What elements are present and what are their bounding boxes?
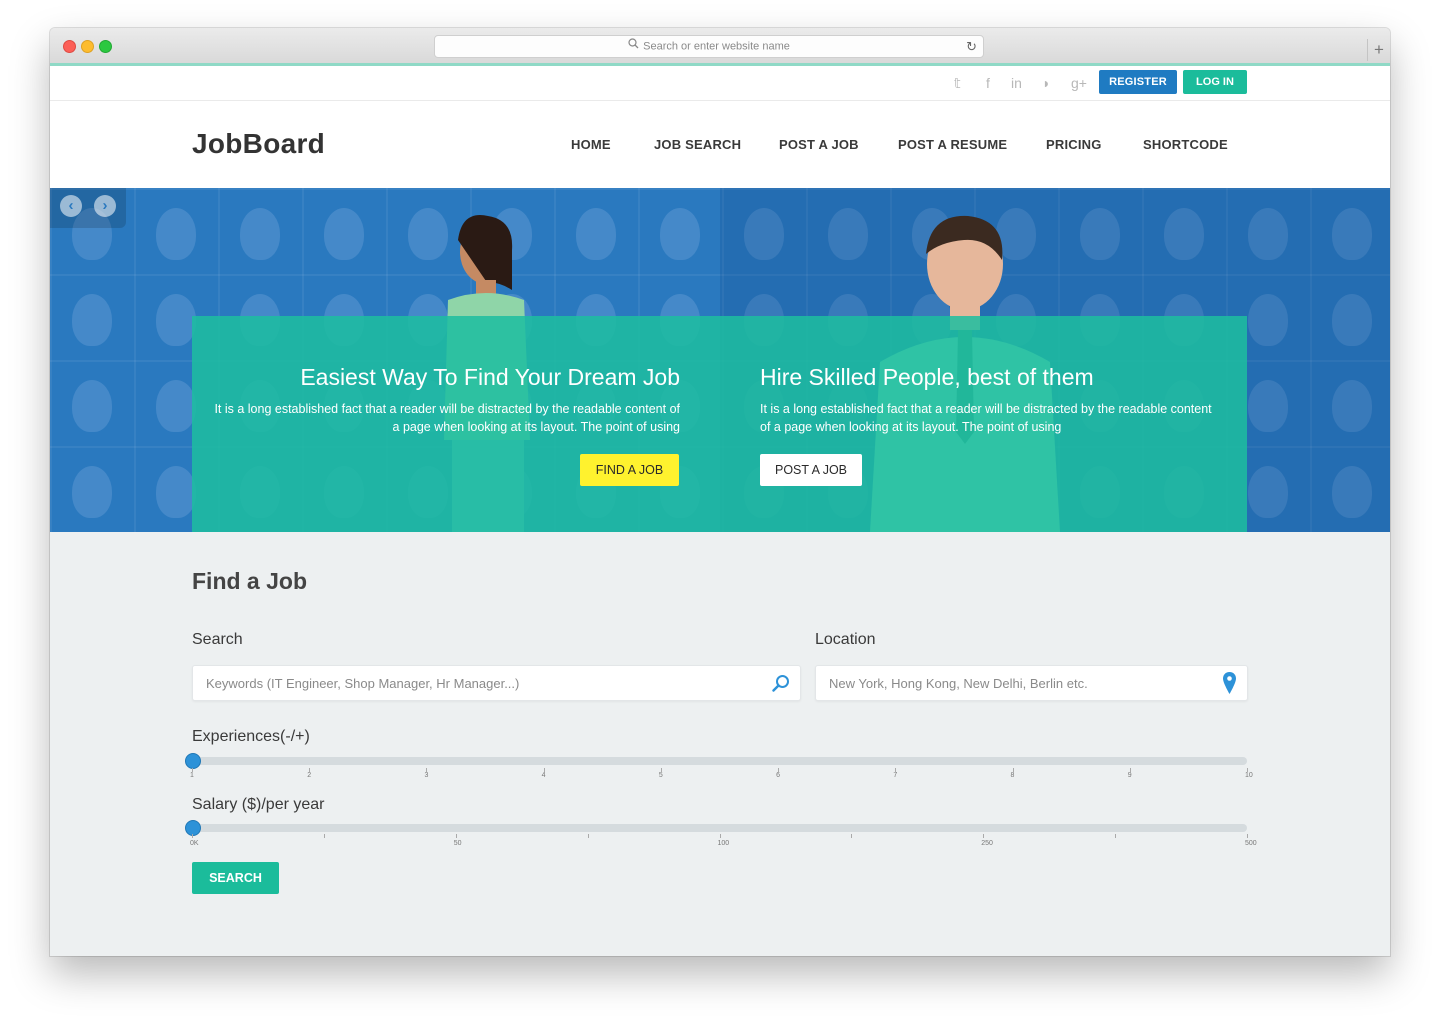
slider-tick-label: 6 (776, 772, 781, 779)
background-face (72, 380, 112, 432)
next-slide-icon[interactable]: › (94, 195, 116, 217)
hero-slider: Easiest Way To Find Your Dream Job It is… (50, 188, 1390, 532)
slider-tick-label: 7 (893, 772, 898, 779)
register-button[interactable]: REGISTER (1099, 70, 1177, 94)
background-face (156, 466, 196, 518)
login-button[interactable]: LOG IN (1183, 70, 1247, 94)
maximize-window-button[interactable] (99, 40, 112, 53)
background-face (576, 208, 616, 260)
nav-shortcode[interactable]: SHORTCODE (1143, 137, 1228, 152)
hero-right-text: It is a long established fact that a rea… (760, 402, 1212, 434)
twitter-icon[interactable]: 𝕥 (954, 75, 961, 92)
slider-tick (851, 834, 853, 838)
slider-tick-label: 50 (453, 840, 462, 847)
slider-nav: ‹ › (50, 188, 126, 228)
slider-tick-label: 4 (541, 772, 546, 779)
site-logo[interactable]: JobBoard (192, 128, 325, 160)
slider-tick-label: 500 (1245, 840, 1257, 847)
new-tab-button[interactable]: + (1367, 39, 1390, 61)
find-job-title: Find a Job (192, 568, 307, 594)
slider-tick (192, 834, 193, 838)
site-header: JobBoard HOME JOB SEARCH POST A JOB POST… (50, 101, 1390, 188)
slider-tick (1247, 834, 1248, 838)
minimize-window-button[interactable] (81, 40, 94, 53)
background-face (72, 294, 112, 346)
slider-tick (983, 834, 985, 838)
background-face (156, 208, 196, 260)
experience-slider-handle[interactable] (185, 753, 201, 769)
slider-tick-label: 0K (190, 840, 199, 847)
post-job-button[interactable]: POST A JOB (760, 454, 862, 486)
top-bar: 𝕥 f in ◗ g+ REGISTER LOG IN (50, 66, 1390, 101)
linkedin-icon[interactable]: in (1011, 75, 1022, 91)
background-face (72, 466, 112, 518)
hero-left-text: It is a long established fact that a rea… (214, 402, 680, 434)
slider-tick (1115, 834, 1117, 838)
location-label: Location (815, 631, 876, 648)
search-icon[interactable] (772, 674, 790, 697)
background-face (660, 208, 700, 260)
address-placeholder: Search or enter website name (643, 40, 790, 53)
search-icon (628, 36, 639, 57)
facebook-icon[interactable]: f (986, 75, 990, 91)
experience-slider-track[interactable] (192, 757, 1247, 765)
find-job-button[interactable]: FIND A JOB (580, 454, 679, 486)
background-face (156, 294, 196, 346)
slider-tick (719, 834, 721, 838)
browser-toolbar: Search or enter website name ↻ + (50, 28, 1390, 64)
search-label: Search (192, 631, 243, 648)
slider-tick-label: 5 (658, 772, 663, 779)
slider-tick-label: 2 (307, 772, 312, 779)
salary-slider-track[interactable] (192, 824, 1247, 832)
experience-label: Experiences(-/+) (192, 728, 310, 745)
map-pin-icon (1223, 672, 1236, 699)
slider-tick (455, 834, 457, 838)
salary-slider-handle[interactable] (185, 820, 201, 836)
salary-label: Salary ($)/per year (192, 796, 325, 813)
search-button[interactable]: SEARCH (192, 862, 279, 894)
address-bar[interactable]: Search or enter website name ↻ (434, 35, 984, 58)
slider-tick-label: 9 (1127, 772, 1132, 779)
location-input[interactable] (815, 665, 1248, 701)
hero-left-title: Easiest Way To Find Your Dream Job (300, 364, 680, 390)
reload-icon[interactable]: ↻ (966, 36, 977, 57)
nav-post-job[interactable]: POST A JOB (779, 137, 859, 152)
nav-job-search[interactable]: JOB SEARCH (654, 137, 741, 152)
close-window-button[interactable] (63, 40, 76, 53)
prev-slide-icon[interactable]: ‹ (60, 195, 82, 217)
hero-right-title: Hire Skilled People, best of them (760, 364, 1094, 390)
rss-icon[interactable]: ◗ (1042, 75, 1050, 91)
nav-pricing[interactable]: PRICING (1046, 137, 1102, 152)
slider-tick-label: 10 (1245, 772, 1253, 779)
search-input[interactable] (192, 665, 801, 701)
nav-post-resume[interactable]: POST A RESUME (898, 137, 1007, 152)
slider-tick-label: 3 (424, 772, 429, 779)
slider-tick-label: 1 (190, 772, 194, 779)
slider-tick (587, 834, 589, 838)
slider-tick-label: 8 (1010, 772, 1015, 779)
slider-tick-label: 250 (981, 840, 993, 847)
slider-tick (323, 834, 325, 838)
background-face (156, 380, 196, 432)
nav-home[interactable]: HOME (571, 137, 611, 152)
browser-window: Search or enter website name ↻ + 𝕥 f in … (50, 28, 1390, 956)
background-face (240, 208, 280, 260)
background-face (324, 208, 364, 260)
slider-tick-label: 100 (717, 840, 730, 847)
google-plus-icon[interactable]: g+ (1071, 75, 1087, 91)
